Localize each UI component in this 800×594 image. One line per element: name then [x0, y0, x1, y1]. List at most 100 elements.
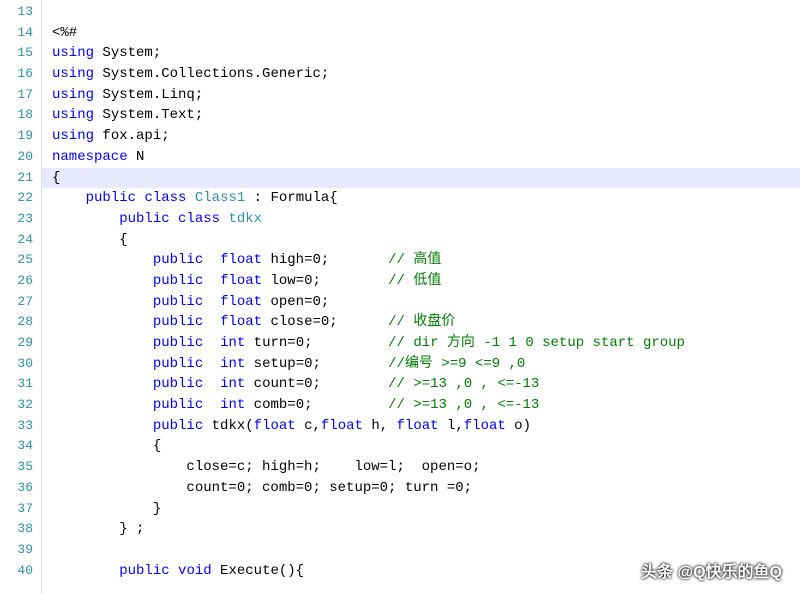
- watermark-text: 头条 @Q快乐的鱼Q: [641, 558, 782, 582]
- text-token: close=c; high=h; low=l; open=o;: [52, 459, 480, 475]
- keyword-token: int: [220, 376, 245, 392]
- line-number: 29: [0, 333, 41, 354]
- code-line[interactable]: {: [52, 230, 800, 251]
- code-line[interactable]: public float low=0; // 低值: [52, 271, 800, 292]
- line-number: 30: [0, 354, 41, 375]
- code-line[interactable]: namespace N: [52, 147, 800, 168]
- code-editor[interactable]: 1314151617181920212223242526272829303132…: [0, 0, 800, 594]
- code-line[interactable]: using System;: [52, 43, 800, 64]
- text-token: [52, 356, 153, 372]
- code-line[interactable]: using fox.api;: [52, 126, 800, 147]
- text-token: [203, 397, 220, 413]
- comment-token: // 低值: [388, 273, 441, 289]
- line-number: 27: [0, 292, 41, 313]
- text-token: [170, 563, 178, 579]
- keyword-token: class: [178, 211, 220, 227]
- line-number: 37: [0, 499, 41, 520]
- text-token: System;: [94, 45, 161, 61]
- code-line[interactable]: {: [52, 436, 800, 457]
- code-line[interactable]: count=0; comb=0; setup=0; turn =0;: [52, 478, 800, 499]
- keyword-token: public: [153, 294, 203, 310]
- code-line[interactable]: public class Class1 : Formula{: [52, 188, 800, 209]
- code-line[interactable]: public float open=0;: [52, 292, 800, 313]
- code-line[interactable]: {: [52, 168, 800, 189]
- code-line[interactable]: public float high=0; // 高值: [52, 250, 800, 271]
- text-token: close=0;: [262, 314, 388, 330]
- text-token: [52, 335, 153, 351]
- text-token: high=0;: [262, 252, 388, 268]
- keyword-token: float: [464, 418, 506, 434]
- line-number: 18: [0, 105, 41, 126]
- code-line[interactable]: <%#: [52, 23, 800, 44]
- comment-token: //编号 >=9 <=9 ,0: [388, 356, 525, 372]
- line-number: 26: [0, 271, 41, 292]
- text-token: [203, 335, 220, 351]
- line-number: 21: [0, 168, 41, 189]
- text-token: [52, 211, 119, 227]
- text-token: [203, 376, 220, 392]
- text-token: o): [506, 418, 531, 434]
- text-token: [203, 273, 220, 289]
- code-line[interactable]: public class tdkx: [52, 209, 800, 230]
- text-token: {: [52, 170, 60, 186]
- code-line[interactable]: public int setup=0; //编号 >=9 <=9 ,0: [52, 354, 800, 375]
- keyword-token: using: [52, 107, 94, 123]
- keyword-token: public: [119, 563, 169, 579]
- code-line[interactable]: public tdkx(float c,float h, float l,flo…: [52, 416, 800, 437]
- code-line[interactable]: }: [52, 499, 800, 520]
- keyword-token: float: [254, 418, 296, 434]
- code-line[interactable]: public int count=0; // >=13 ,0 , <=-13: [52, 374, 800, 395]
- line-number: 24: [0, 230, 41, 251]
- keyword-token: public: [86, 190, 136, 206]
- code-line[interactable]: [52, 2, 800, 23]
- text-token: setup=0;: [245, 356, 388, 372]
- code-line[interactable]: } ;: [52, 519, 800, 540]
- code-line[interactable]: using System.Collections.Generic;: [52, 64, 800, 85]
- line-number: 40: [0, 561, 41, 582]
- line-number: 19: [0, 126, 41, 147]
- comment-token: // >=13 ,0 , <=-13: [388, 376, 539, 392]
- line-number: 35: [0, 457, 41, 478]
- text-token: comb=0;: [245, 397, 388, 413]
- keyword-token: public: [153, 335, 203, 351]
- keyword-token: void: [178, 563, 212, 579]
- code-line[interactable]: public float close=0; // 收盘价: [52, 312, 800, 333]
- text-token: [203, 294, 220, 310]
- line-number: 13: [0, 2, 41, 23]
- line-number: 36: [0, 478, 41, 499]
- keyword-token: using: [52, 66, 94, 82]
- line-number: 39: [0, 540, 41, 561]
- text-token: [203, 314, 220, 330]
- text-token: count=0;: [245, 376, 388, 392]
- line-number: 17: [0, 85, 41, 106]
- keyword-token: class: [144, 190, 186, 206]
- text-token: <%#: [52, 25, 77, 41]
- line-number: 38: [0, 519, 41, 540]
- code-line[interactable]: using System.Text;: [52, 105, 800, 126]
- text-token: N: [128, 149, 145, 165]
- current-line-highlight: [42, 168, 800, 189]
- keyword-token: int: [220, 397, 245, 413]
- keyword-token: using: [52, 87, 94, 103]
- keyword-token: float: [220, 314, 262, 330]
- line-number: 16: [0, 64, 41, 85]
- text-token: [52, 252, 153, 268]
- text-token: System.Collections.Generic;: [94, 66, 329, 82]
- keyword-token: using: [52, 128, 94, 144]
- line-number-gutter: 1314151617181920212223242526272829303132…: [0, 0, 42, 594]
- comment-token: // dir 方向 -1 1 0 setup start group: [388, 335, 685, 351]
- line-number: 32: [0, 395, 41, 416]
- keyword-token: float: [321, 418, 363, 434]
- class-token: Class1: [195, 190, 245, 206]
- code-line[interactable]: public int comb=0; // >=13 ,0 , <=-13: [52, 395, 800, 416]
- keyword-token: int: [220, 335, 245, 351]
- keyword-token: public: [153, 418, 203, 434]
- text-token: [52, 190, 86, 206]
- keyword-token: using: [52, 45, 94, 61]
- code-line[interactable]: using System.Linq;: [52, 85, 800, 106]
- text-token: [52, 376, 153, 392]
- code-line[interactable]: public int turn=0; // dir 方向 -1 1 0 setu…: [52, 333, 800, 354]
- code-line[interactable]: close=c; high=h; low=l; open=o;: [52, 457, 800, 478]
- text-token: low=0;: [262, 273, 388, 289]
- code-content-area[interactable]: <%#using System;using System.Collections…: [42, 0, 800, 594]
